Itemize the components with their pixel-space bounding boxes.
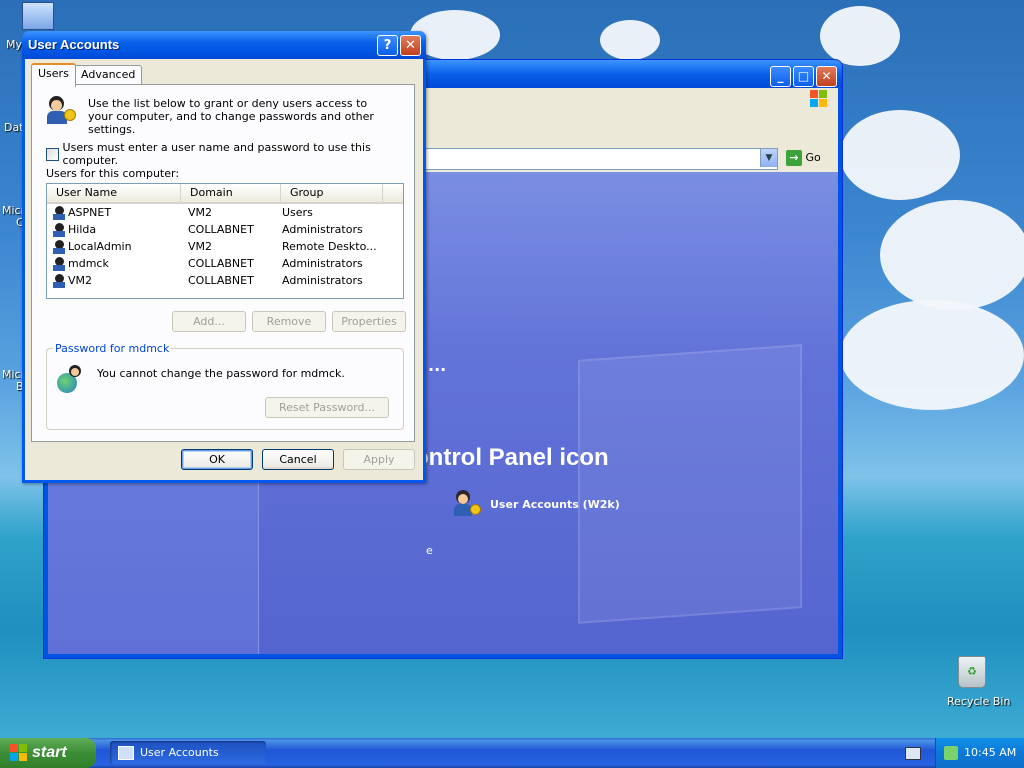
tab-label: Advanced: [81, 68, 136, 81]
column-header-group[interactable]: Group: [281, 184, 383, 202]
start-label: start: [32, 744, 67, 761]
require-login-label[interactable]: Users must enter a user name and passwor…: [63, 141, 414, 167]
user-accounts-w2k-item[interactable]: User Accounts (W2k): [452, 488, 620, 520]
listview-header: User Name Domain Group: [47, 184, 403, 204]
dialog-body: Users Advanced Use the list below to gra…: [25, 59, 423, 480]
user-icon: [52, 256, 66, 271]
users-listview[interactable]: User Name Domain Group ASPNET VM2 Users …: [46, 183, 404, 299]
windows-logo-icon: [810, 90, 828, 108]
keyboard-icon[interactable]: [905, 747, 921, 760]
table-row[interactable]: Hilda COLLABNET Administrators: [47, 221, 403, 238]
taskbar-item-user-accounts[interactable]: User Accounts: [110, 741, 266, 765]
task-label: User Accounts: [140, 746, 219, 759]
properties-button[interactable]: Properties: [332, 311, 406, 332]
user-icon: [52, 273, 66, 288]
task-pane-fragment: e: [426, 544, 433, 557]
cloud: [820, 6, 900, 66]
category-ellipsis: ...: [428, 356, 447, 375]
tab-label: Users: [38, 67, 69, 80]
users-icon: [452, 488, 484, 520]
cancel-button[interactable]: Cancel: [262, 449, 334, 470]
require-login-checkbox[interactable]: [46, 147, 59, 161]
add-user-button[interactable]: Add...: [172, 311, 246, 332]
cell-domain: COLLABNET: [188, 257, 254, 270]
maximize-button[interactable]: □: [793, 66, 814, 87]
cell-user: Hilda: [68, 222, 97, 236]
users-list-label: Users for this computer:: [46, 167, 180, 180]
table-row[interactable]: ASPNET VM2 Users: [47, 204, 403, 221]
cell-group: Administrators: [282, 274, 363, 287]
cloud: [840, 110, 960, 200]
item-label: User Accounts (W2k): [490, 497, 620, 511]
pick-control-panel-heading: ontrol Panel icon: [414, 444, 609, 471]
table-row[interactable]: mdmck COLLABNET Administrators: [47, 255, 403, 272]
cell-group: Users: [282, 206, 313, 219]
password-groupbox: Password for mdmck You cannot change the…: [46, 342, 404, 430]
network-icon[interactable]: [944, 746, 958, 760]
cell-domain: VM2: [188, 206, 213, 219]
help-button[interactable]: ?: [377, 35, 398, 56]
recycle-bin-label: Recycle Bin: [947, 695, 1011, 708]
dialog-title: User Accounts: [28, 37, 120, 52]
clock[interactable]: 10:45 AM: [964, 746, 1016, 759]
cell-domain: VM2: [188, 240, 213, 253]
user-icon: [52, 205, 66, 220]
dialog-titlebar[interactable]: User Accounts ? ✕: [22, 31, 426, 59]
cell-user: LocalAdmin: [68, 239, 132, 253]
cloud: [600, 20, 660, 60]
tab-users[interactable]: Users: [31, 63, 76, 87]
monitor-icon: [22, 2, 54, 30]
remove-user-button[interactable]: Remove: [252, 311, 326, 332]
start-button[interactable]: start: [0, 738, 96, 768]
password-group-title: Password for mdmck: [53, 342, 172, 355]
trash-can-icon: ♻: [958, 656, 986, 688]
cell-user: ASPNET: [68, 205, 112, 219]
go-label: Go: [805, 151, 821, 164]
users-keys-icon: [46, 95, 78, 127]
close-button[interactable]: ✕: [400, 35, 421, 56]
cell-user: mdmck: [68, 256, 109, 270]
desktop-icon-label: Dat: [4, 121, 24, 134]
recycle-bin-icon[interactable]: ♻: [958, 656, 988, 688]
column-header-user-name[interactable]: User Name: [47, 184, 181, 202]
watermark-checkmark-icon: [578, 344, 802, 624]
intro-text: Use the list below to grant or deny user…: [88, 97, 374, 136]
cell-domain: COLLABNET: [188, 223, 254, 236]
apply-button[interactable]: Apply: [343, 449, 415, 470]
system-tray: 10:45 AM: [935, 738, 1024, 768]
password-info-text: You cannot change the password for mdmck…: [97, 367, 345, 380]
cell-group: Remote Deskto...: [282, 240, 377, 253]
reset-password-button[interactable]: Reset Password...: [265, 397, 389, 418]
tab-advanced[interactable]: Advanced: [74, 65, 143, 85]
user-icon: [52, 222, 66, 237]
ok-button[interactable]: OK: [181, 449, 253, 470]
taskbar: start User Accounts 10:45 AM: [0, 738, 1024, 768]
window-icon: [118, 746, 134, 760]
cloud: [880, 200, 1024, 310]
require-login-row[interactable]: Users must enter a user name and passwor…: [46, 141, 414, 167]
cell-user: VM2: [68, 273, 93, 287]
user-icon: [52, 239, 66, 254]
cloud: [840, 300, 1024, 410]
table-row[interactable]: VM2 COLLABNET Administrators: [47, 272, 403, 289]
close-button[interactable]: ✕: [816, 66, 837, 87]
cell-group: Administrators: [282, 223, 363, 236]
users-tab-panel: Use the list below to grant or deny user…: [31, 84, 415, 442]
go-arrow-icon: →: [786, 150, 802, 166]
desktop-icon-label: My: [6, 38, 23, 51]
address-dropdown-button[interactable]: ▼: [760, 149, 777, 167]
globe-user-icon: [57, 363, 87, 393]
go-button[interactable]: → Go: [786, 148, 830, 168]
table-row[interactable]: LocalAdmin VM2 Remote Deskto...: [47, 238, 403, 255]
user-accounts-dialog: User Accounts ? ✕ Users Advanced Use the…: [22, 31, 426, 483]
column-header-domain[interactable]: Domain: [181, 184, 281, 202]
minimize-button[interactable]: _: [770, 66, 791, 87]
cell-group: Administrators: [282, 257, 363, 270]
windows-flag-icon: [10, 743, 28, 762]
my-computer-icon[interactable]: [22, 2, 54, 30]
cell-domain: COLLABNET: [188, 274, 254, 287]
